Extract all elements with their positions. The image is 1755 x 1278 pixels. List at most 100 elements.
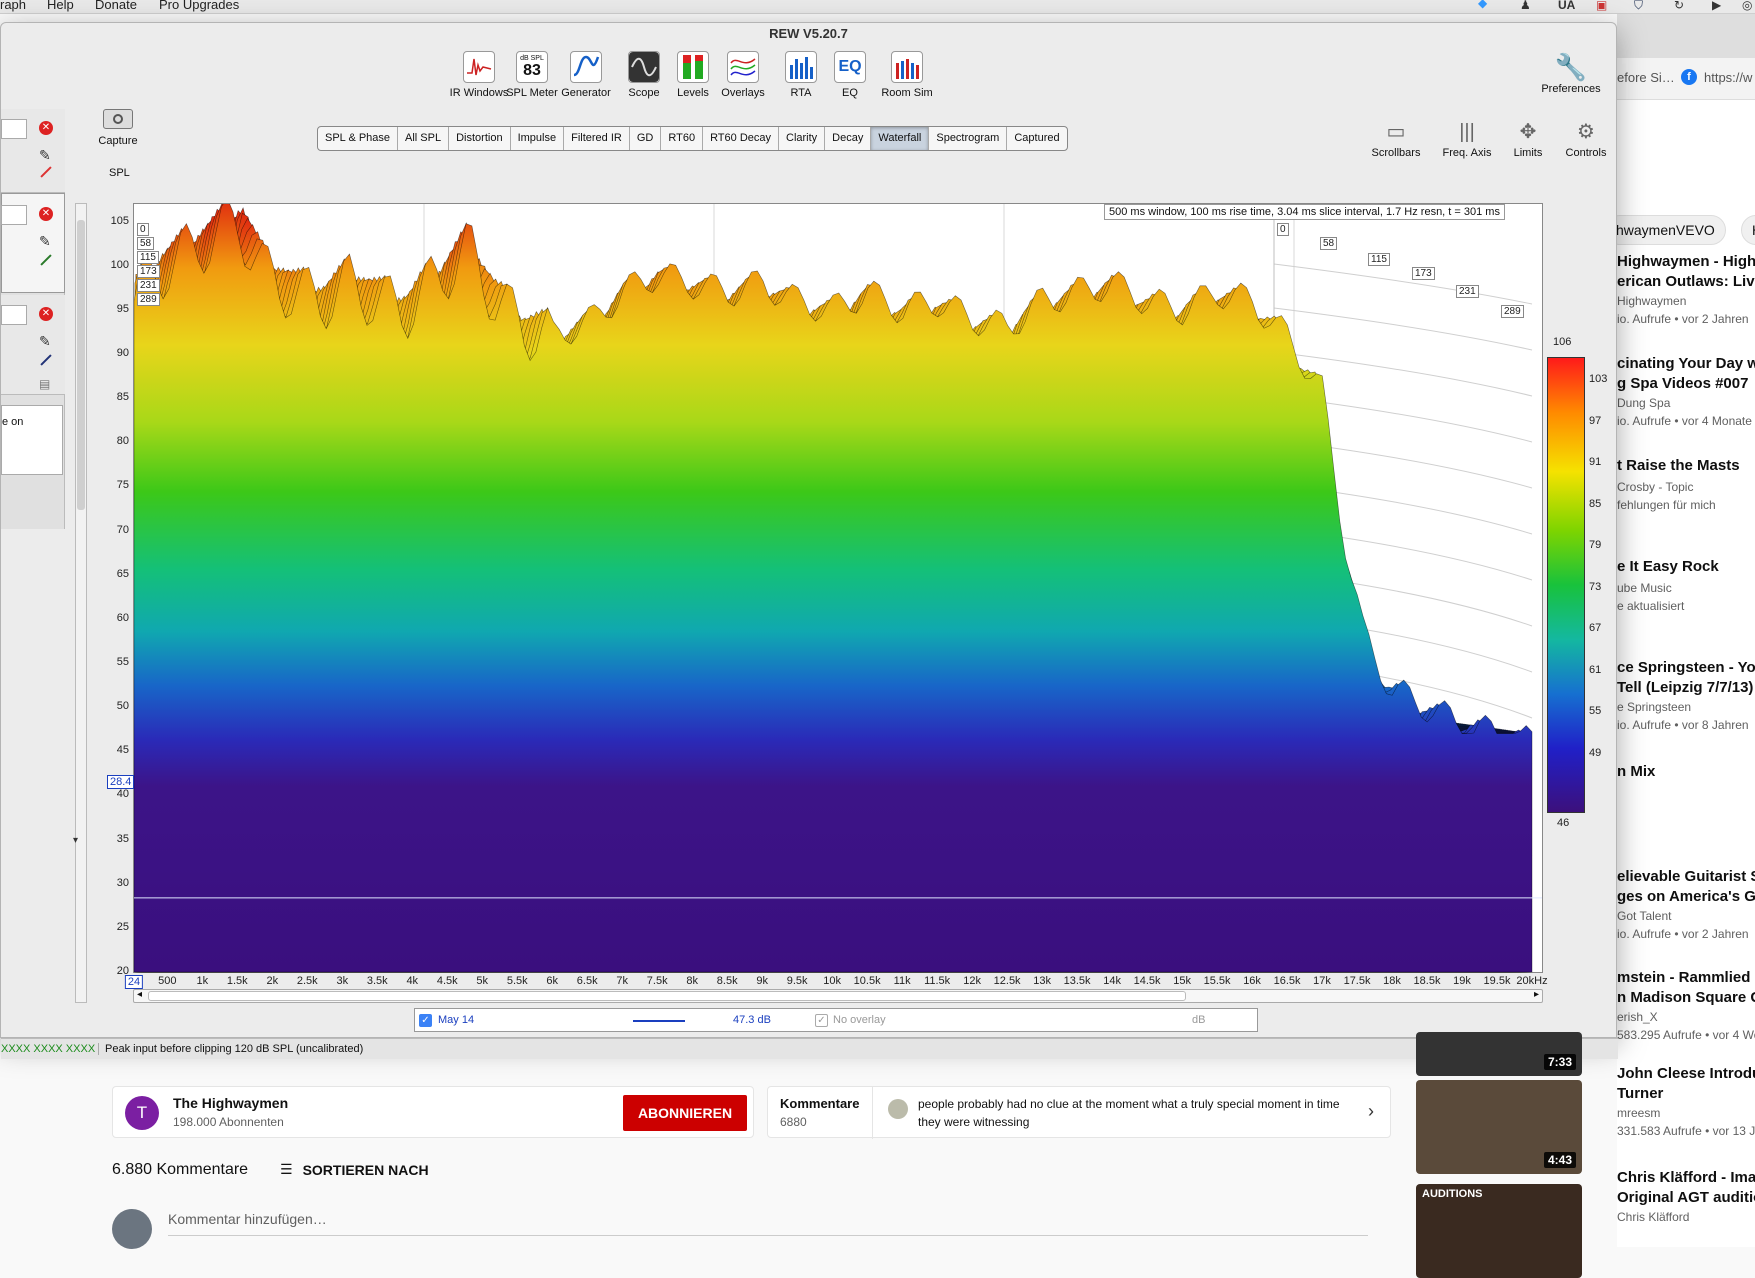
- video-title[interactable]: n Mix: [1617, 762, 1655, 782]
- video-channel[interactable]: erish_X: [1617, 1010, 1658, 1024]
- tab-clarity[interactable]: Clarity: [779, 127, 826, 150]
- video-title-line2[interactable]: Tell (Leipzig 7/7/13): [1617, 678, 1753, 698]
- measurement-1-field[interactable]: [1, 119, 27, 139]
- video-channel[interactable]: Chris Kläfford: [1617, 1210, 1689, 1224]
- measurement-3-field[interactable]: [1, 305, 27, 325]
- video-channel[interactable]: e Springsteen: [1617, 700, 1691, 714]
- menu-pro-upgrades[interactable]: Pro Upgrades: [159, 0, 239, 12]
- scroll-down-icon[interactable]: ▾: [73, 835, 87, 851]
- room-sim-button[interactable]: Room Sim: [871, 51, 943, 99]
- sort-button[interactable]: ☰ SORTIEREN NACH: [280, 1161, 429, 1178]
- tab-impulse[interactable]: Impulse: [511, 127, 565, 150]
- tab-captured[interactable]: Captured: [1007, 127, 1066, 150]
- video-thumbnail[interactable]: AUDITIONS: [1416, 1184, 1582, 1278]
- video-title[interactable]: t Raise the Masts: [1617, 456, 1740, 476]
- scroll-left-icon[interactable]: ◂: [137, 989, 142, 1000]
- video-channel[interactable]: Crosby - Topic: [1617, 480, 1693, 494]
- controls-button[interactable]: ⚙ Controls: [1556, 117, 1616, 159]
- channel-name[interactable]: The Highwaymen: [173, 1095, 288, 1111]
- notes-box[interactable]: e on: [1, 405, 63, 475]
- tab-waterfall[interactable]: Waterfall: [871, 127, 930, 150]
- chip-more[interactable]: H: [1741, 215, 1755, 245]
- x-tick: 9k: [756, 975, 768, 987]
- extra-icon[interactable]: ◎: [1742, 0, 1752, 12]
- panel-scrollbar[interactable]: [75, 203, 87, 1003]
- remove-measurement-3-icon[interactable]: ✕: [39, 307, 53, 321]
- preferences-button[interactable]: 🔧 Preferences: [1535, 51, 1607, 95]
- video-title-line2[interactable]: Original AGT audition: [1617, 1188, 1755, 1208]
- status-person-icon[interactable]: ♟: [1520, 0, 1531, 12]
- add-comment-input[interactable]: Kommentar hinzufügen…: [168, 1211, 1368, 1236]
- scrollbars-button[interactable]: ▭ Scrollbars: [1366, 117, 1426, 159]
- freq-axis-button[interactable]: ||| Freq. Axis: [1437, 117, 1497, 159]
- edit-icon[interactable]: ✎: [39, 147, 51, 164]
- video-stats: io. Aufrufe • vor 4 Monate: [1617, 414, 1752, 428]
- tab-spectrogram[interactable]: Spectrogram: [929, 127, 1008, 150]
- panel-scroll-thumb[interactable]: [77, 220, 85, 510]
- limits-button[interactable]: ✥ Limits: [1498, 117, 1558, 159]
- menu-donate[interactable]: Donate: [95, 0, 137, 12]
- status-app-icon[interactable]: ▣: [1596, 0, 1607, 12]
- video-stats: 583.295 Aufrufe • vor 4 Woche: [1617, 1028, 1755, 1042]
- edit-icon[interactable]: ✎: [39, 333, 51, 350]
- menu-help[interactable]: Help: [47, 0, 74, 12]
- subscribe-button[interactable]: ABONNIEREN: [623, 1095, 747, 1131]
- scale-max: 106: [1553, 336, 1572, 348]
- bookmark-text[interactable]: efore Si…: [1617, 70, 1675, 85]
- tab-distortion[interactable]: Distortion: [449, 127, 511, 150]
- menu-graph[interactable]: raph: [0, 0, 26, 12]
- status-menu-icon[interactable]: ◆: [1478, 0, 1487, 10]
- video-title[interactable]: e It Easy Rock: [1617, 557, 1719, 577]
- sync-icon[interactable]: ↻: [1674, 0, 1684, 12]
- video-title[interactable]: cinating Your Day with: [1617, 354, 1755, 374]
- video-title[interactable]: elievable Guitarist SHO: [1617, 867, 1755, 887]
- video-title-line2[interactable]: Turner: [1617, 1084, 1663, 1104]
- bookmark-url[interactable]: https://w: [1704, 70, 1752, 85]
- shield-icon[interactable]: ⛉: [1634, 0, 1643, 13]
- y-cursor-readout[interactable]: 28.4: [107, 775, 135, 789]
- comment-preview: people probably had no clue at the momen…: [918, 1097, 1340, 1129]
- tab-gd[interactable]: GD: [630, 127, 662, 150]
- chip-channel[interactable]: hwaymenVEVO: [1617, 215, 1726, 245]
- overlay-checkbox[interactable]: ✓: [815, 1014, 828, 1027]
- scroll-right-icon[interactable]: ▸: [1534, 989, 1539, 1000]
- video-channel[interactable]: Got Talent: [1617, 909, 1671, 923]
- x-tick: 14k: [1103, 975, 1121, 987]
- notes-icon[interactable]: ▤: [39, 377, 50, 391]
- remove-measurement-1-icon[interactable]: ✕: [39, 121, 53, 135]
- comments-teaser[interactable]: Kommentare 6880 people probably had no c…: [767, 1086, 1391, 1139]
- video-title[interactable]: ce Springsteen - You N: [1617, 658, 1755, 678]
- video-channel[interactable]: ube Music: [1617, 581, 1672, 595]
- horizontal-scrollbar[interactable]: ◂ ▸: [133, 989, 1543, 1003]
- tab-filtered-ir[interactable]: Filtered IR: [564, 127, 630, 150]
- video-title-line2[interactable]: erican Outlaws: Live a: [1617, 272, 1755, 292]
- tab-spl-phase[interactable]: SPL & Phase: [318, 127, 399, 150]
- video-title-line2[interactable]: ges on America's Got T: [1617, 887, 1755, 907]
- user-avatar[interactable]: [112, 1209, 152, 1249]
- edit-icon[interactable]: ✎: [39, 233, 51, 250]
- remove-measurement-2-icon[interactable]: ✕: [39, 207, 53, 221]
- legend-checkbox[interactable]: ✓: [419, 1014, 432, 1027]
- video-title[interactable]: Chris Kläfford - Imagine -: [1617, 1168, 1755, 1188]
- video-channel[interactable]: mreesm: [1617, 1106, 1660, 1120]
- video-thumbnail[interactable]: 4:43: [1416, 1080, 1582, 1174]
- video-title-line2[interactable]: g Spa Videos #007: [1617, 374, 1748, 394]
- tab-rt60-decay[interactable]: RT60 Decay: [703, 127, 779, 150]
- tab-rt60[interactable]: RT60: [661, 127, 704, 150]
- measurement-2-field[interactable]: [1, 205, 27, 225]
- channel-avatar[interactable]: T: [125, 1096, 159, 1130]
- video-channel[interactable]: Highwaymen: [1617, 294, 1686, 308]
- play-icon[interactable]: ▶: [1712, 0, 1721, 12]
- video-title[interactable]: mstein - Rammlied (L: [1617, 968, 1755, 988]
- waterfall-graph[interactable]: [133, 197, 1543, 973]
- capture-button[interactable]: Capture: [87, 109, 149, 147]
- input-source-ua[interactable]: UA: [1558, 0, 1575, 12]
- video-title[interactable]: Highwaymen - Highwa: [1617, 252, 1755, 272]
- video-thumbnail[interactable]: 7:33: [1416, 1032, 1582, 1076]
- hscroll-thumb[interactable]: [148, 991, 1186, 1001]
- tab-all-spl[interactable]: All SPL: [398, 127, 450, 150]
- video-channel[interactable]: Dung Spa: [1617, 396, 1670, 410]
- tab-decay[interactable]: Decay: [825, 127, 872, 150]
- video-title[interactable]: John Cleese Introduces Ti: [1617, 1064, 1755, 1084]
- video-title-line2[interactable]: n Madison Square Gard: [1617, 988, 1755, 1008]
